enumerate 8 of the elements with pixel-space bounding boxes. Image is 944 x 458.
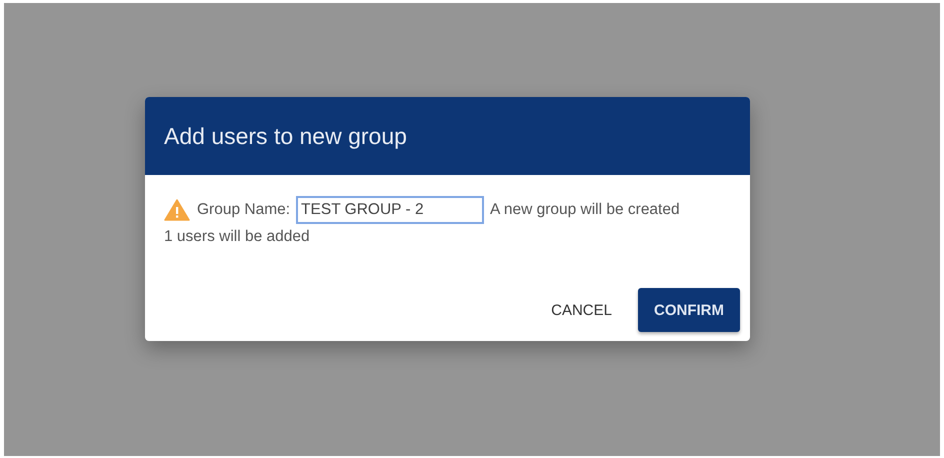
cancel-button[interactable]: CANCEL: [535, 288, 628, 332]
group-name-field[interactable]: TEST GROUP - 2: [296, 196, 484, 224]
field-note: A new group will be created: [490, 201, 680, 219]
confirm-button[interactable]: CONFIRM: [638, 288, 740, 332]
dialog-title: Add users to new group: [164, 122, 407, 150]
warning-icon: [164, 199, 190, 221]
field-label: Group Name:: [197, 201, 290, 219]
summary-text: 1 users will be added: [164, 228, 311, 246]
